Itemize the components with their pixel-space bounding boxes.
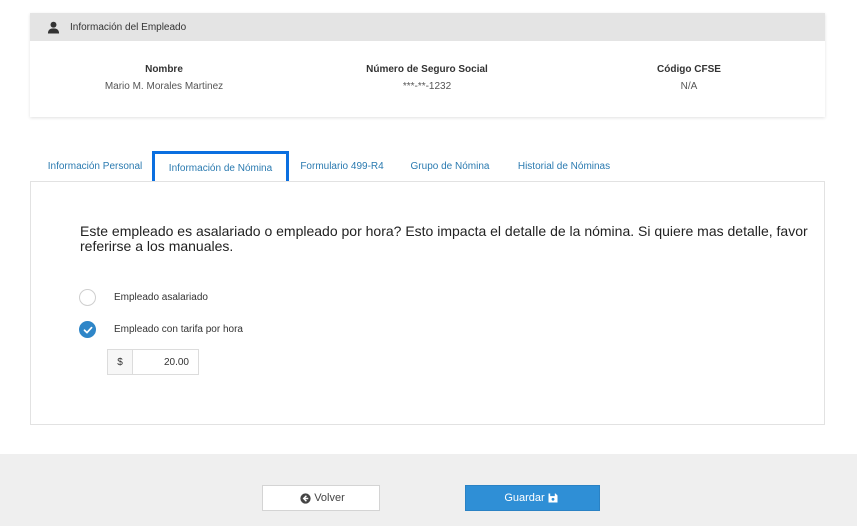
salaried-label: Empleado asalariado	[114, 292, 208, 303]
tab-bar: Información Personal Información de Nómi…	[30, 151, 825, 186]
name-label: Nombre	[145, 64, 183, 75]
employee-info-header: Información del Empleado	[30, 13, 825, 41]
payroll-info-panel: Este empleado es asalariado o empleado p…	[30, 181, 825, 425]
back-label: Volver	[314, 492, 345, 504]
hourly-rate-group: $	[107, 349, 199, 375]
checkmark-icon	[83, 326, 92, 333]
tab-historial-de-nominas[interactable]: Historial de Nóminas	[508, 151, 620, 182]
salaried-radio[interactable]	[79, 289, 96, 306]
back-button[interactable]: Volver	[262, 485, 380, 511]
cfse-value: N/A	[680, 81, 698, 92]
name-value: Mario M. Morales Martinez	[104, 81, 224, 92]
ssn-field: Número de Seguro Social ***-**-1232	[327, 64, 527, 92]
hourly-rate-input[interactable]	[133, 350, 197, 374]
tab-formulario-499-r4[interactable]: Formulario 499-R4	[292, 151, 392, 182]
salary-type-question: Este empleado es asalariado o empleado p…	[80, 223, 808, 254]
cfse-field: Código CFSE N/A	[589, 64, 789, 92]
name-field: Nombre Mario M. Morales Martinez	[64, 64, 264, 92]
floppy-disk-icon	[548, 493, 558, 503]
ssn-value: ***-**-1232	[402, 81, 452, 92]
save-label: Guardar	[504, 492, 545, 504]
footer-bar: Volver Guardar	[0, 454, 857, 526]
option-hourly[interactable]: Empleado con tarifa por hora	[79, 321, 243, 338]
circle-arrow-left-icon	[300, 492, 311, 504]
currency-addon: $	[108, 350, 133, 374]
save-button[interactable]: Guardar	[465, 485, 600, 511]
cfse-label: Código CFSE	[657, 64, 721, 75]
user-icon	[47, 21, 60, 34]
tab-grupo-de-nomina[interactable]: Grupo de Nómina	[402, 151, 498, 182]
employee-info-title: Información del Empleado	[70, 21, 187, 33]
tab-informacion-personal[interactable]: Información Personal	[35, 151, 155, 182]
hourly-radio[interactable]	[79, 321, 96, 338]
option-salaried[interactable]: Empleado asalariado	[79, 289, 208, 306]
ssn-label: Número de Seguro Social	[366, 64, 488, 75]
hourly-label: Empleado con tarifa por hora	[114, 324, 243, 335]
employee-info-card: Información del Empleado Nombre Mario M.…	[30, 13, 825, 117]
